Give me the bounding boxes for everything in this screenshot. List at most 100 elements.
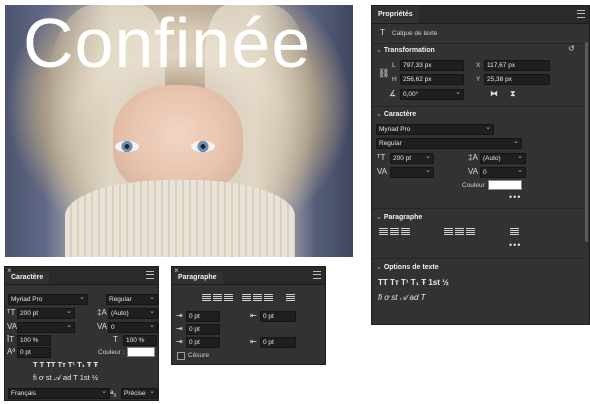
leading-input[interactable]: (Auto)	[108, 307, 158, 319]
space-before-icon: ⇥	[176, 337, 183, 346]
justify-right-icon[interactable]	[466, 228, 475, 236]
reset-transform-icon[interactable]: ↺	[568, 44, 575, 53]
horizontal-scale-icon: T	[113, 335, 118, 344]
align-center-icon[interactable]	[390, 228, 399, 236]
sweater	[65, 180, 295, 257]
indent-right-input[interactable]: 0 pt	[260, 311, 296, 322]
tracking-icon: VA	[468, 167, 479, 176]
divider	[372, 258, 583, 259]
font-size-input[interactable]: 200 pt	[17, 307, 75, 319]
indent-first-line-icon: ⇥	[176, 324, 183, 333]
hyphenate-checkbox[interactable]	[177, 352, 185, 360]
hyphenate-label: Césure	[188, 352, 209, 359]
font-family-select[interactable]: Myriad Pro	[8, 293, 88, 305]
space-after-icon: ⇤	[250, 337, 257, 346]
align-right-icon[interactable]	[401, 228, 410, 236]
caractere-tabbar: × Caractère	[5, 266, 158, 285]
flip-vertical-icon[interactable]: ⧗	[510, 89, 516, 99]
y-label: Y	[476, 76, 481, 83]
indent-left-input[interactable]: 0 pt	[186, 311, 220, 322]
text-layer-icon: T	[380, 28, 385, 37]
angle-icon: ∡	[389, 89, 397, 98]
justify-all-icon[interactable]	[510, 228, 519, 236]
color-label: Couleur	[462, 182, 485, 189]
typography-row1[interactable]: T T TT Tт T¹ T₁ Ŧ Ŧ	[33, 360, 98, 369]
color-label: Couleur :	[98, 349, 125, 356]
layer-type-label: Calque de texte	[392, 30, 438, 37]
height-input[interactable]: 256,62 px	[400, 74, 464, 85]
y-input[interactable]: 25,38 px	[484, 74, 550, 85]
leading-input[interactable]: (Auto)	[480, 152, 526, 164]
tracking-icon: VA	[97, 322, 108, 331]
section-paragraphe[interactable]: Paragraphe	[376, 213, 423, 221]
justify-center-icon[interactable]	[253, 294, 262, 302]
align-left-icon[interactable]	[379, 228, 388, 236]
aa-label: aa	[110, 389, 117, 399]
height-label: H	[392, 76, 397, 83]
indent-first-line-input[interactable]: 0 pt	[186, 324, 220, 335]
panel-menu-icon[interactable]	[313, 271, 321, 279]
justify-center-icon[interactable]	[455, 228, 464, 236]
justify-all-icon[interactable]	[286, 294, 295, 302]
tab-paragraphe[interactable]: Paragraphe	[172, 272, 223, 284]
face	[113, 85, 243, 195]
vertical-scale-input[interactable]: 100 %	[17, 335, 51, 346]
tab-properties[interactable]: Propriétés	[372, 6, 419, 23]
justify-left-icon[interactable]	[444, 228, 453, 236]
color-swatch[interactable]	[127, 347, 155, 357]
leading-icon: ‡A	[97, 308, 107, 317]
width-input[interactable]: 797,33 px	[400, 60, 464, 71]
justify-right-icon[interactable]	[264, 294, 273, 302]
link-icon[interactable]: ⛓	[378, 68, 389, 79]
section-options-texte[interactable]: Options de texte	[376, 263, 439, 271]
tracking-input[interactable]: 0	[108, 321, 158, 333]
color-swatch[interactable]	[488, 180, 522, 190]
properties-panel: Propriétés T Calque de texte Transformat…	[371, 5, 590, 325]
more-paragraphe-button[interactable]: •••	[509, 240, 521, 250]
divider	[372, 106, 583, 107]
baseline-icon: Aª	[7, 347, 16, 356]
right-eye	[191, 141, 215, 152]
properties-tabbar: Propriétés	[372, 6, 589, 24]
font-size-icon: ᵀT	[7, 308, 16, 317]
divider	[372, 208, 583, 209]
kerning-input[interactable]	[390, 166, 434, 178]
more-caractere-button[interactable]: •••	[509, 192, 521, 202]
horizontal-scale-input[interactable]: 100 %	[123, 335, 157, 346]
align-right-icon[interactable]	[224, 294, 233, 302]
document-canvas[interactable]: Confinée	[5, 5, 353, 257]
panel-menu-icon[interactable]	[577, 10, 585, 18]
typography-options-row1[interactable]: TT Tт T¹ T₁ Ŧ 1st ½	[378, 278, 449, 287]
x-input[interactable]: 117,67 px	[484, 60, 550, 71]
paragraphe-tabbar: × Paragraphe	[172, 266, 325, 285]
align-center-icon[interactable]	[213, 294, 222, 302]
kerning-icon: VA	[377, 167, 388, 176]
section-transformation[interactable]: Transformation	[376, 46, 435, 54]
tab-caractere[interactable]: Caractère	[5, 272, 50, 284]
font-family-select[interactable]: Myriad Pro	[376, 123, 494, 135]
width-label: L	[392, 62, 396, 69]
panel-menu-icon[interactable]	[146, 271, 154, 279]
antialias-select[interactable]: Précise	[121, 387, 158, 399]
language-select[interactable]: Français	[8, 387, 110, 399]
space-before-input[interactable]: 0 pt	[186, 337, 220, 348]
kerning-input[interactable]	[17, 321, 75, 333]
divider	[372, 43, 583, 44]
scrollbar[interactable]	[585, 42, 588, 242]
tracking-input[interactable]: 0	[480, 166, 526, 178]
angle-input[interactable]: 0,00°	[400, 88, 464, 100]
typography-options-row2[interactable]: fi ơ st 𝒜 ad T	[378, 293, 426, 303]
canvas-text-layer[interactable]: Confinée	[23, 5, 311, 83]
x-label: X	[476, 62, 481, 69]
font-size-input[interactable]: 200 pt	[390, 152, 434, 164]
flip-horizontal-icon[interactable]: ⧓	[490, 89, 498, 98]
section-caractere[interactable]: Caractère	[376, 110, 416, 118]
justify-left-icon[interactable]	[242, 294, 251, 302]
baseline-input[interactable]: 0 pt	[17, 347, 51, 358]
space-after-input[interactable]: 0 pt	[260, 337, 296, 348]
font-style-select[interactable]: Regular	[106, 293, 158, 305]
typography-row2[interactable]: fi ơ st 𝒜 ad T 1st ½	[33, 373, 98, 383]
align-left-icon[interactable]	[202, 294, 211, 302]
font-style-select[interactable]: Regular	[376, 137, 522, 149]
vertical-scale-icon: ĪT	[7, 335, 15, 344]
